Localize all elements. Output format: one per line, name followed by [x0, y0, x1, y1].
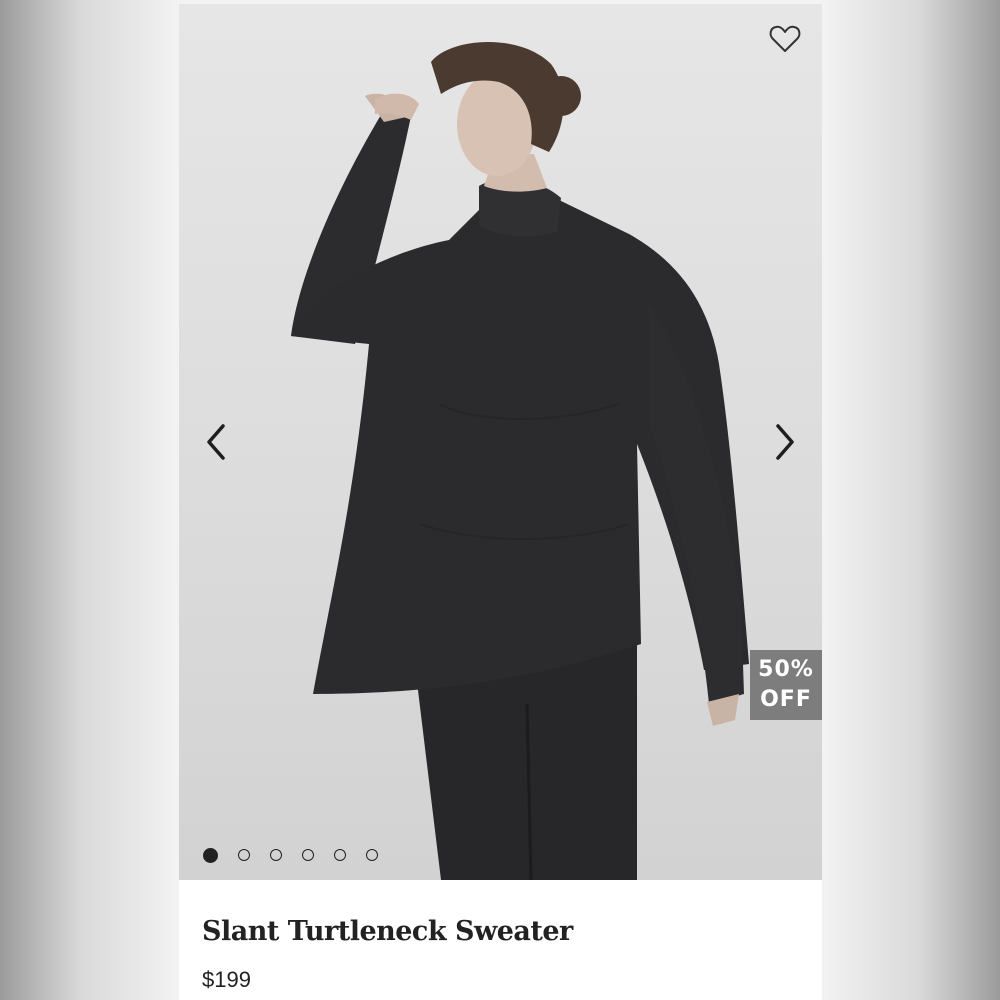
carousel-pagination: [203, 848, 378, 863]
discount-badge: 50% OFF: [750, 650, 822, 720]
page-backdrop: 50% OFF Slant Turtleneck Sweater $199: [0, 0, 1000, 1000]
carousel-dot-2[interactable]: [238, 849, 250, 861]
carousel-dot-4[interactable]: [302, 849, 314, 861]
carousel-dot-1[interactable]: [203, 848, 218, 863]
carousel-dot-6[interactable]: [366, 849, 378, 861]
carousel-dot-3[interactable]: [270, 849, 282, 861]
product-title[interactable]: Slant Turtleneck Sweater: [202, 916, 573, 947]
product-image[interactable]: 50% OFF: [179, 4, 822, 880]
previous-image-chevron-left-icon[interactable]: [199, 420, 233, 464]
product-price: $199: [202, 967, 251, 992]
product-info: Slant Turtleneck Sweater $199: [179, 880, 822, 1000]
discount-badge-off: OFF: [760, 687, 812, 712]
favorite-heart-icon[interactable]: [768, 22, 802, 56]
model-illustration: [291, 41, 749, 880]
carousel-dot-5[interactable]: [334, 849, 346, 861]
discount-badge-percent: 50%: [758, 657, 814, 682]
product-card: 50% OFF Slant Turtleneck Sweater $199: [179, 4, 822, 1000]
next-image-chevron-right-icon[interactable]: [768, 420, 802, 464]
